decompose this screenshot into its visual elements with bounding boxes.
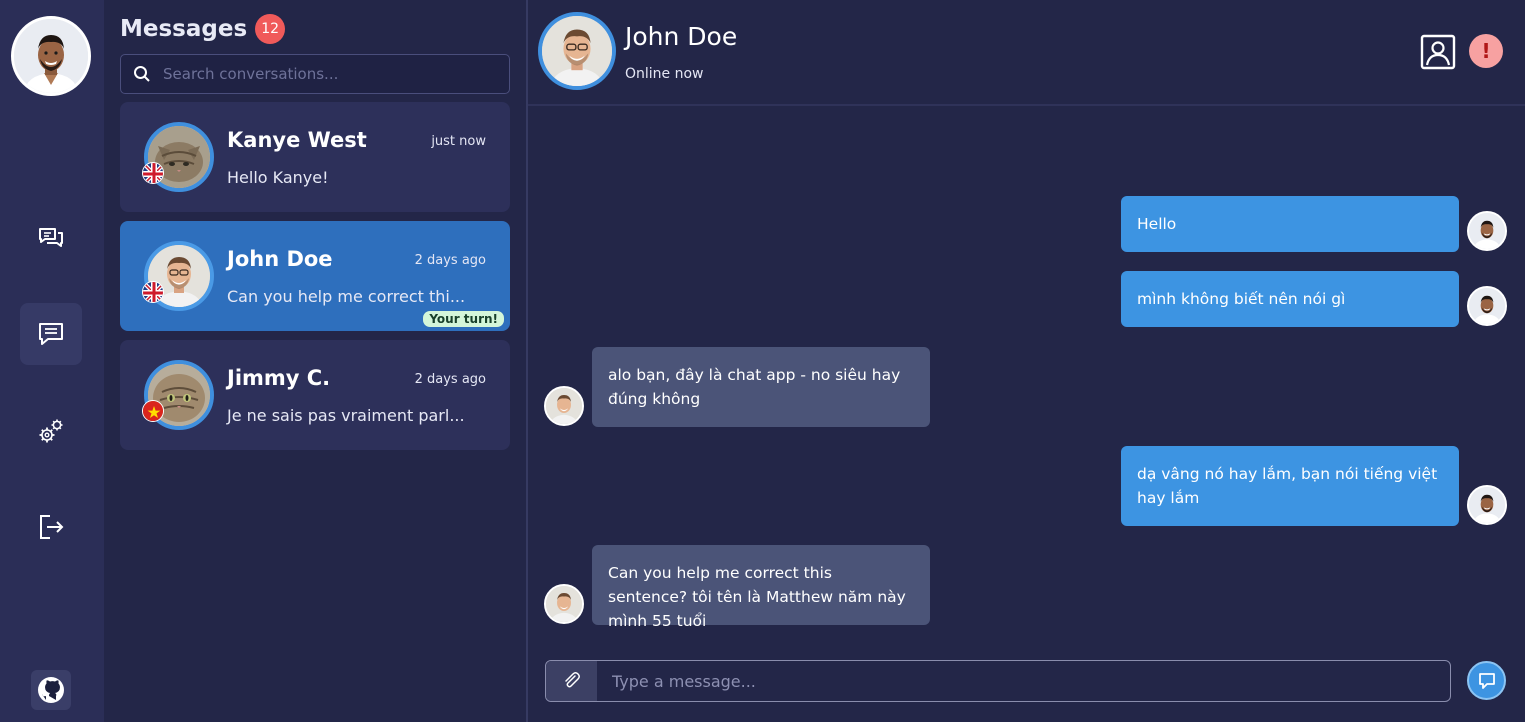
conversation-preview: Can you help me correct thi... [227, 287, 466, 306]
message-text: Hello [1137, 215, 1177, 233]
nav-conversations[interactable] [20, 207, 82, 269]
message-bubble-outgoing: dạ vâng nó hay lắm, bạn nói tiếng việt h… [1121, 446, 1459, 526]
your-turn-badge: Your turn! [423, 311, 504, 327]
sender-avatar [1467, 286, 1507, 326]
settings-icon [39, 419, 63, 443]
contact-avatar[interactable] [538, 12, 616, 90]
chat-panel: John Doe Online now ! Hello mình không b… [528, 0, 1525, 722]
conversation-time: 2 days ago [414, 253, 486, 268]
nav-settings[interactable] [20, 400, 82, 462]
messages-icon [39, 323, 63, 345]
nav-logout[interactable] [20, 496, 82, 558]
conversation-item-john-doe[interactable]: John Doe 2 days ago Can you help me corr… [120, 221, 510, 331]
conversation-item-jimmy-c[interactable]: Jimmy C. 2 days ago Je ne sais pas vraim… [120, 340, 510, 450]
alert-icon: ! [1481, 39, 1491, 63]
message-text: dạ vâng nó hay lắm, bạn nói tiếng việt h… [1137, 465, 1438, 507]
nav-rail [0, 0, 104, 722]
message-text: mình không biết nên nói gì [1137, 290, 1346, 308]
paperclip-icon [564, 672, 580, 688]
attach-button[interactable] [546, 661, 597, 701]
conversation-preview: Hello Kanye! [227, 168, 329, 187]
conversations-title: Messages [120, 16, 248, 42]
search-box[interactable] [120, 54, 510, 94]
report-button[interactable]: ! [1469, 34, 1503, 68]
chat-header: John Doe Online now ! [528, 0, 1525, 106]
send-button[interactable] [1467, 661, 1506, 700]
user-avatar[interactable] [11, 16, 91, 96]
message-composer [545, 660, 1451, 702]
chat-contact-name: John Doe [625, 22, 738, 51]
message-bubble-incoming: Can you help me correct this sentence? t… [592, 545, 930, 630]
vn-flag-icon [142, 400, 164, 422]
github-link[interactable] [31, 670, 71, 710]
message-bubble-outgoing: mình không biết nên nói gì [1121, 271, 1459, 327]
message-bubble-outgoing: Hello [1121, 196, 1459, 252]
sender-avatar [1467, 211, 1507, 251]
search-input[interactable] [163, 65, 493, 83]
uk-flag-icon [142, 162, 164, 184]
logout-icon [40, 515, 64, 539]
chat-bubble-icon [1478, 672, 1495, 689]
github-icon [38, 677, 64, 703]
message-text: Can you help me correct this sentence? t… [608, 564, 906, 630]
message-text: alo bạn, đây là chat app - no siêu hay đ… [608, 366, 901, 408]
conversation-item-kanye-west[interactable]: Kanye West just now Hello Kanye! [120, 102, 510, 212]
profile-icon [1420, 34, 1456, 70]
profile-button[interactable] [1420, 34, 1456, 70]
conversation-time: 2 days ago [414, 372, 486, 387]
contact-name: Kanye West [227, 128, 367, 152]
conversations-header: Messages 12 [120, 14, 286, 44]
message-bubble-incoming: alo bạn, đây là chat app - no siêu hay đ… [592, 347, 930, 427]
search-icon [134, 66, 150, 82]
contact-message-avatar [544, 584, 584, 624]
unread-count-badge: 12 [255, 14, 286, 44]
message-input[interactable] [612, 661, 1432, 701]
sender-avatar [1467, 485, 1507, 525]
contact-message-avatar [544, 386, 584, 426]
contact-name: Jimmy C. [227, 366, 331, 390]
conversations-panel: Messages 12 Search conversations... Kany… [104, 0, 528, 722]
uk-flag-icon [142, 281, 164, 303]
chat-status: Online now [625, 66, 704, 82]
conversations-icon [39, 228, 63, 247]
conversation-preview: Je ne sais pas vraiment parl... [227, 406, 465, 425]
contact-name: John Doe [227, 247, 333, 271]
conversation-time: just now [431, 134, 486, 149]
nav-messages[interactable] [20, 303, 82, 365]
